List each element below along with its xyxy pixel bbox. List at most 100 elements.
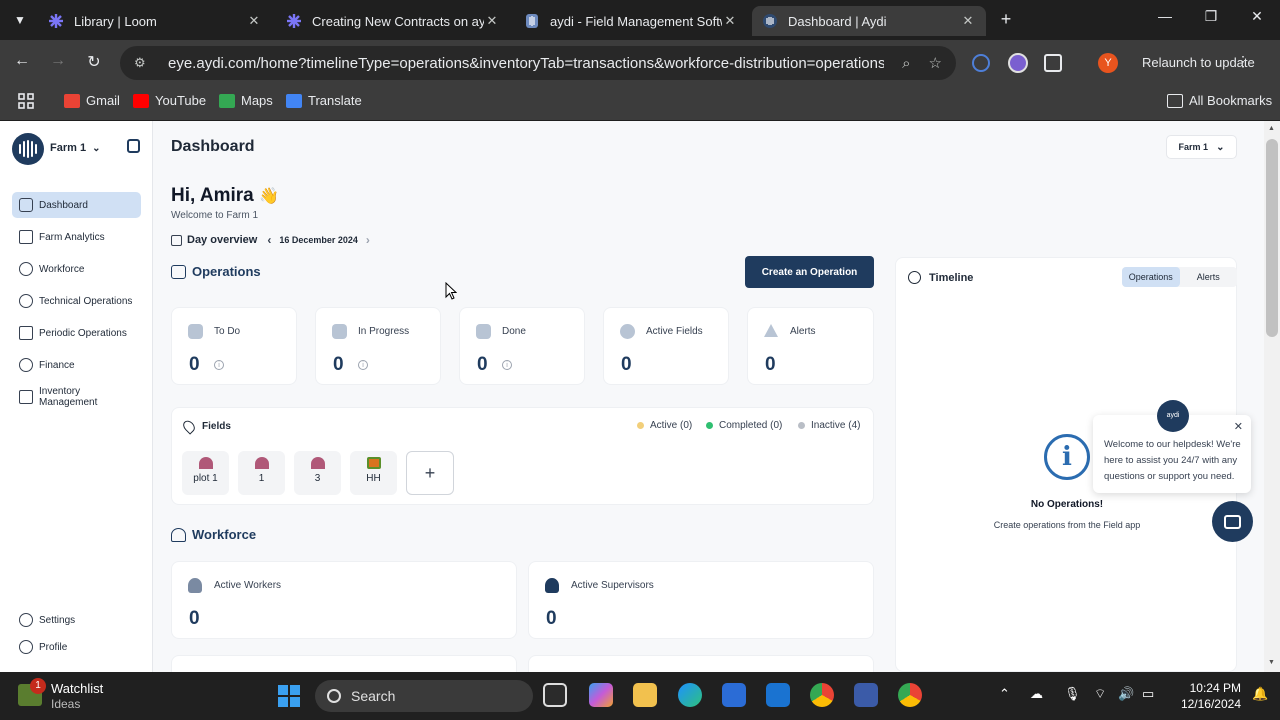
onedrive-icon[interactable]: ☁ — [1030, 686, 1043, 702]
crop-icon — [366, 457, 381, 469]
scroll-up-icon[interactable]: ▲ — [1268, 125, 1275, 132]
chrome-icon[interactable] — [810, 683, 834, 707]
notifications-bell-icon[interactable]: 🔔 — [1252, 686, 1268, 702]
collapse-sidebar-icon[interactable] — [127, 139, 140, 153]
microphone-icon[interactable]: 🎙 — [1064, 686, 1081, 702]
address-bar[interactable]: ⚙ eye.aydi.com/home?timelineType=operati… — [120, 46, 956, 80]
sidebar-item-technical-operations[interactable]: Technical Operations — [12, 288, 141, 314]
tab-loom[interactable]: Library | Loom ✕ — [38, 6, 272, 36]
tab-operations[interactable]: Operations — [1122, 267, 1180, 287]
file-explorer-icon[interactable] — [633, 683, 657, 707]
bookmark-maps[interactable]: Maps — [219, 93, 273, 108]
site-settings-icon[interactable]: ⚙ — [134, 55, 152, 71]
extensions-puzzle-icon[interactable] — [1044, 54, 1062, 72]
windows-start-icon[interactable] — [278, 685, 300, 707]
sidebar-item-farm-analytics[interactable]: Farm Analytics — [12, 224, 141, 250]
outlook-icon[interactable] — [766, 683, 790, 707]
battery-icon[interactable]: ▭ — [1142, 686, 1154, 702]
bookmark-star-icon[interactable]: ☆ — [929, 54, 942, 72]
sidebar-item-periodic-operations[interactable]: Periodic Operations — [12, 320, 141, 346]
reload-icon[interactable]: ↻ — [82, 52, 106, 72]
close-tab-icon[interactable]: ✕ — [246, 13, 262, 29]
tab-aydi-field-management[interactable]: aydi - Field Management Softw ✕ — [514, 6, 748, 36]
volume-icon[interactable]: 🔊 — [1118, 686, 1134, 702]
extension-icon[interactable] — [1008, 53, 1028, 73]
close-tab-icon[interactable]: ✕ — [722, 13, 738, 29]
wifi-icon[interactable]: ⌔ — [1094, 686, 1106, 702]
extension-icon[interactable] — [972, 54, 990, 72]
sidebar-item-profile[interactable]: Profile — [12, 634, 141, 660]
stat-card-todo[interactable]: To Do 0 i — [171, 307, 297, 385]
field-label: 3 — [314, 473, 321, 484]
workforce-value: 0 — [189, 608, 200, 629]
info-icon[interactable]: i — [214, 360, 224, 370]
tab-dashboard-aydi[interactable]: Dashboard | Aydi ✕ — [752, 6, 986, 36]
chat-button[interactable] — [1212, 501, 1253, 542]
bookmark-youtube[interactable]: YouTube — [133, 93, 206, 108]
zoom-search-icon[interactable]: ⌕ — [902, 55, 910, 72]
field-chip-plot-1[interactable]: plot 1 — [182, 451, 229, 495]
minimize-icon[interactable]: — — [1150, 8, 1180, 24]
sidebar-item-workforce[interactable]: Workforce — [12, 256, 141, 282]
restore-icon[interactable]: ❐ — [1196, 8, 1226, 25]
close-tab-icon[interactable]: ✕ — [484, 13, 500, 29]
sidebar-item-dashboard[interactable]: Dashboard — [12, 192, 141, 218]
field-chip-3[interactable]: 3 — [294, 451, 341, 495]
workforce-label: Active Supervisors — [571, 580, 654, 591]
edge-icon[interactable] — [678, 683, 702, 707]
workforce-card-active-workers[interactable]: Active Workers 0 — [171, 561, 517, 639]
bookmark-translate[interactable]: Translate — [286, 93, 362, 108]
info-icon[interactable]: i — [502, 360, 512, 370]
close-icon[interactable]: ✕ — [1234, 419, 1243, 435]
copilot-icon[interactable] — [589, 683, 613, 707]
sidebar-item-finance[interactable]: Finance — [12, 352, 141, 378]
field-chip-hh[interactable]: HH — [350, 451, 397, 495]
tray-chevron-icon[interactable]: ⌃ — [999, 686, 1010, 702]
workforce-card-active-supervisors[interactable]: Active Supervisors 0 — [528, 561, 874, 639]
tab-title: Library | Loom — [74, 13, 157, 29]
new-tab-button[interactable]: + — [996, 9, 1016, 30]
sidebar-item-inventory-management[interactable]: Inventory Management — [12, 384, 141, 410]
stat-card-alerts[interactable]: Alerts 0 — [747, 307, 874, 385]
create-operation-button[interactable]: Create an Operation — [745, 256, 874, 288]
field-chip-1[interactable]: 1 — [238, 451, 285, 495]
page-scrollbar[interactable]: ▲ ▼ — [1264, 121, 1280, 672]
clock-time[interactable]: 10:24 PM — [1187, 681, 1241, 695]
next-day-icon[interactable]: › — [366, 233, 370, 247]
sidebar-item-settings[interactable]: Settings — [12, 607, 141, 633]
forward-icon[interactable]: → — [46, 52, 70, 70]
farm-dropdown[interactable]: Farm 1 ⌄ — [50, 142, 100, 154]
browser-menu-icon[interactable]: ⋮ — [1236, 53, 1250, 70]
scrollbar-thumb[interactable] — [1266, 139, 1278, 337]
snipping-tool-icon[interactable] — [854, 683, 878, 707]
tab-alerts[interactable]: Alerts — [1180, 267, 1238, 287]
bookmark-gmail[interactable]: Gmail — [64, 93, 120, 108]
task-view-icon[interactable] — [543, 683, 567, 707]
stat-card-done[interactable]: Done 0 i — [459, 307, 585, 385]
back-icon[interactable]: ← — [10, 52, 34, 70]
clock-date[interactable]: 12/16/2024 — [1172, 697, 1241, 711]
info-icon[interactable]: i — [358, 360, 368, 370]
profile-avatar[interactable]: Y — [1098, 53, 1118, 73]
farm-selector-button[interactable]: Farm 1 ⌄ — [1166, 135, 1237, 159]
add-field-button[interactable]: + — [406, 451, 454, 495]
close-tab-icon[interactable]: ✕ — [960, 13, 976, 29]
stat-card-in-progress[interactable]: In Progress 0 i — [315, 307, 441, 385]
url-text[interactable]: eye.aydi.com/home?timelineType=operation… — [168, 55, 884, 72]
stat-card-active-fields[interactable]: Active Fields 0 — [603, 307, 729, 385]
tab-creating-contracts[interactable]: Creating New Contracts on aydi ✕ — [276, 6, 510, 36]
tab-search-chevron-icon[interactable]: ▼ — [10, 10, 30, 30]
apps-grid-icon[interactable] — [18, 93, 34, 109]
chrome-active-icon[interactable] — [898, 683, 922, 707]
helpdesk-avatar[interactable]: aydi — [1157, 400, 1189, 432]
map-pin-icon — [180, 418, 198, 435]
widget-subtitle[interactable]: Ideas — [51, 697, 80, 711]
store-icon[interactable] — [722, 683, 746, 707]
all-bookmarks[interactable]: All Bookmarks — [1167, 93, 1272, 108]
taskbar-search[interactable]: Search — [315, 680, 533, 712]
prev-day-icon[interactable]: ‹ — [267, 233, 271, 247]
close-window-icon[interactable]: ✕ — [1242, 8, 1272, 25]
scroll-down-icon[interactable]: ▼ — [1268, 659, 1275, 666]
widget-title[interactable]: Watchlist — [51, 681, 103, 696]
fields-title-text: Fields — [202, 421, 231, 432]
